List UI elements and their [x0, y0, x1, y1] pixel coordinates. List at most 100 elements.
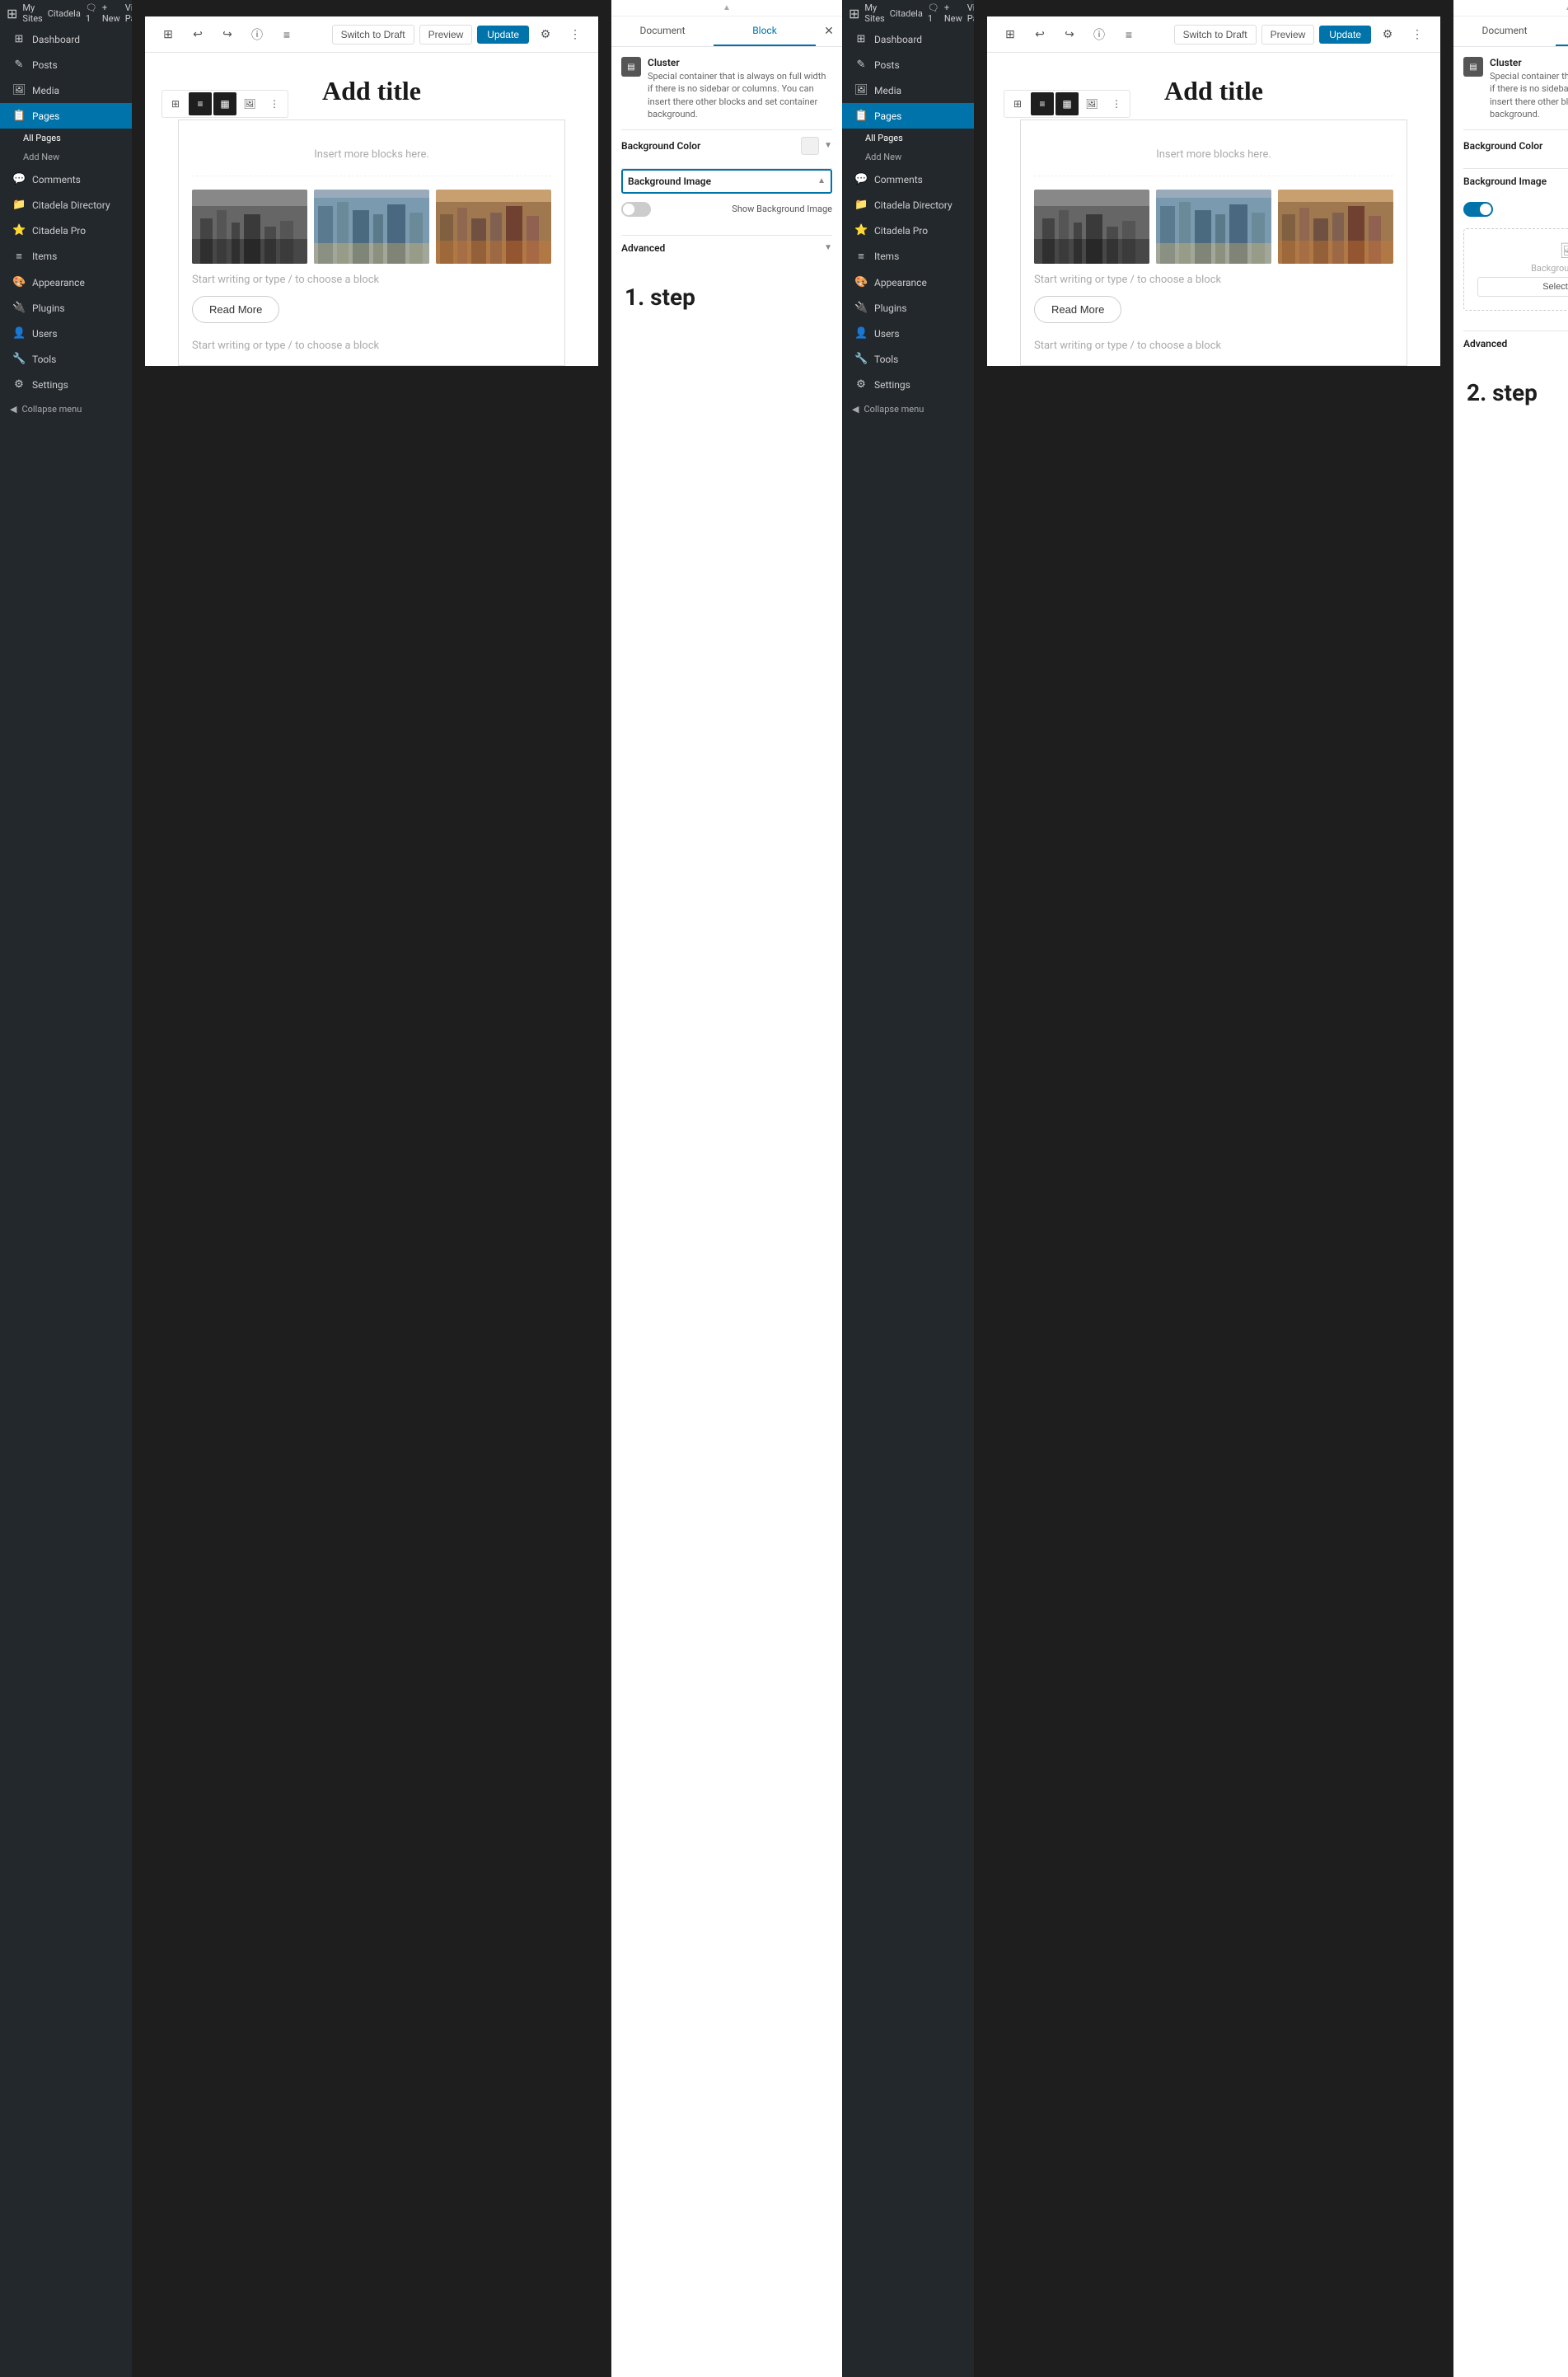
read-more-btn-2[interactable]: Read More [1034, 296, 1121, 323]
sidebar-item-citadela-pro[interactable]: ⭐ Citadela Pro [0, 218, 132, 243]
sidebar-subitem-add-new-2[interactable]: Add New [842, 148, 974, 166]
bg-image-header-2[interactable]: Background Image ▲ [1463, 169, 1568, 194]
comments-link-2[interactable]: 🗨1 [928, 2, 939, 24]
update-btn-2[interactable]: Update [1319, 26, 1371, 44]
collapse-menu-btn-2[interactable]: ◀ Collapse menu [842, 397, 974, 421]
block-tool-list-2[interactable]: ≡ [1031, 92, 1054, 115]
new-link-2[interactable]: + New [944, 2, 962, 24]
image-thumb-2-2[interactable] [1156, 190, 1271, 264]
image-thumb-2-1[interactable] [1034, 190, 1149, 264]
start-writing-1[interactable]: Start writing or type / to choose a bloc… [192, 340, 551, 352]
select-image-btn-2[interactable]: Select image [1477, 277, 1568, 297]
gear-btn-1[interactable]: ⚙ [534, 23, 557, 46]
info-btn-2[interactable]: ⓘ [1086, 21, 1112, 48]
preview-btn-2[interactable]: Preview [1261, 25, 1315, 45]
show-bg-toggle-2[interactable] [1463, 202, 1493, 217]
tab-block-1[interactable]: Block [714, 16, 816, 46]
tab-document-2[interactable]: Document [1453, 16, 1556, 46]
new-link[interactable]: + New [102, 2, 120, 24]
scroll-up-2[interactable]: ▲ [1453, 0, 1568, 16]
insert-placeholder-1[interactable]: Insert more blocks here. [192, 134, 551, 176]
scroll-up-1[interactable]: ▲ [611, 0, 842, 16]
undo-btn-2[interactable]: ↩ [1027, 21, 1053, 48]
image-thumb-1-1[interactable] [192, 190, 307, 264]
update-btn-1[interactable]: Update [477, 26, 529, 44]
sidebar-item-tools[interactable]: 🔧 Tools [0, 346, 132, 372]
block-tool-img-2[interactable]: 🖼 [1080, 92, 1103, 115]
sidebar-item-dashboard-2[interactable]: ⊞ Dashboard [842, 26, 974, 52]
sidebar-item-items-2[interactable]: ≡ Items [842, 243, 974, 270]
sidebar-item-settings-2[interactable]: ⚙ Settings [842, 372, 974, 397]
sidebar-item-posts[interactable]: ✎ Posts [0, 52, 132, 77]
show-bg-toggle-1[interactable] [621, 202, 651, 217]
advanced-header-1[interactable]: Advanced ▼ [621, 236, 832, 260]
sidebar-item-media-2[interactable]: 🖼 Media [842, 77, 974, 103]
image-thumb-1-3[interactable] [436, 190, 551, 264]
sidebar-item-appearance-2[interactable]: 🎨 Appearance [842, 270, 974, 295]
sidebar-item-citadela-pro-2[interactable]: ⭐ Citadela Pro [842, 218, 974, 243]
redo-btn[interactable]: ↪ [214, 21, 241, 48]
start-writing-2-1[interactable]: Start writing or type / to choose a bloc… [192, 274, 551, 286]
sidebar-item-pages-2[interactable]: 📋 Pages [842, 103, 974, 129]
sidebar-item-comments-2[interactable]: 💬 Comments [842, 166, 974, 192]
my-sites-link-2[interactable]: My Sites [864, 2, 884, 24]
sidebar-subitem-all-pages[interactable]: All Pages [0, 129, 132, 148]
read-more-btn-1[interactable]: Read More [192, 296, 279, 323]
block-tool-more[interactable]: ⋮ [263, 92, 286, 115]
start-writing-1-2[interactable]: Start writing or type / to choose a bloc… [1034, 340, 1393, 352]
block-tool-img[interactable]: 🖼 [238, 92, 261, 115]
sidebar-item-plugins[interactable]: 🔌 Plugins [0, 295, 132, 321]
sidebar-item-media[interactable]: 🖼 Media [0, 77, 132, 103]
sidebar-item-users-2[interactable]: 👤 Users [842, 321, 974, 346]
block-tool-list[interactable]: ≡ [189, 92, 212, 115]
sidebar-item-appearance[interactable]: 🎨 Appearance [0, 270, 132, 295]
toolbar-wp-btn-2[interactable]: ⊞ [997, 21, 1023, 48]
insert-placeholder-2[interactable]: Insert more blocks here. [1034, 134, 1393, 176]
sidebar-subitem-all-pages-2[interactable]: All Pages [842, 129, 974, 148]
tab-block-2[interactable]: Block [1556, 16, 1568, 46]
more-btn-1[interactable]: ⋮ [562, 21, 588, 48]
sidebar-item-comments[interactable]: 💬 Comments [0, 166, 132, 192]
block-tool-select-2[interactable]: ⊞ [1006, 92, 1029, 115]
bg-color-header-2[interactable]: Background Color ▼ [1463, 130, 1568, 162]
list-view-btn-2[interactable]: ≡ [1116, 21, 1142, 48]
site-name-link[interactable]: Citadela [48, 8, 81, 19]
more-btn-2[interactable]: ⋮ [1404, 21, 1430, 48]
start-writing-2-2[interactable]: Start writing or type / to choose a bloc… [1034, 274, 1393, 286]
block-tool-grid-2[interactable]: ▦ [1055, 92, 1079, 115]
panel-close-1[interactable]: ✕ [816, 16, 842, 46]
comments-link[interactable]: 🗨1 [86, 2, 97, 24]
sidebar-item-plugins-2[interactable]: 🔌 Plugins [842, 295, 974, 321]
sidebar-subitem-add-new[interactable]: Add New [0, 148, 132, 166]
info-btn[interactable]: ⓘ [244, 21, 270, 48]
sidebar-item-posts-2[interactable]: ✎ Posts [842, 52, 974, 77]
switch-draft-btn-1[interactable]: Switch to Draft [332, 25, 414, 45]
wp-logo-icon[interactable]: ⊞ [7, 6, 17, 21]
site-name-link-2[interactable]: Citadela [890, 8, 923, 19]
sidebar-item-citadela-directory[interactable]: 📁 Citadela Directory [0, 192, 132, 218]
toolbar-wp-btn[interactable]: ⊞ [155, 21, 181, 48]
image-thumb-1-2[interactable] [314, 190, 429, 264]
sidebar-item-users[interactable]: 👤 Users [0, 321, 132, 346]
bg-image-placeholder-2[interactable]: 🖼 Background Image Select image [1463, 228, 1568, 311]
advanced-header-2[interactable]: Advanced ▼ [1463, 331, 1568, 356]
block-tool-grid[interactable]: ▦ [213, 92, 236, 115]
sidebar-item-dashboard[interactable]: ⊞ Dashboard [0, 26, 132, 52]
block-tool-more-2[interactable]: ⋮ [1105, 92, 1128, 115]
sidebar-item-tools-2[interactable]: 🔧 Tools [842, 346, 974, 372]
sidebar-item-items[interactable]: ≡ Items [0, 243, 132, 270]
sidebar-item-pages[interactable]: 📋 Pages [0, 103, 132, 129]
sidebar-item-citadela-directory-2[interactable]: 📁 Citadela Directory [842, 192, 974, 218]
block-tool-select[interactable]: ⊞ [164, 92, 187, 115]
image-thumb-2-3[interactable] [1278, 190, 1393, 264]
list-view-btn[interactable]: ≡ [274, 21, 300, 48]
wp-logo-icon-2[interactable]: ⊞ [849, 6, 859, 21]
undo-btn[interactable]: ↩ [185, 21, 211, 48]
my-sites-link[interactable]: My Sites [22, 2, 42, 24]
switch-draft-btn-2[interactable]: Switch to Draft [1174, 25, 1257, 45]
bg-image-header-1[interactable]: Background Image ▲ [621, 169, 832, 194]
gear-btn-2[interactable]: ⚙ [1376, 23, 1399, 46]
redo-btn-2[interactable]: ↪ [1056, 21, 1083, 48]
tab-document-1[interactable]: Document [611, 16, 714, 46]
collapse-menu-btn[interactable]: ◀ Collapse menu [0, 397, 132, 421]
